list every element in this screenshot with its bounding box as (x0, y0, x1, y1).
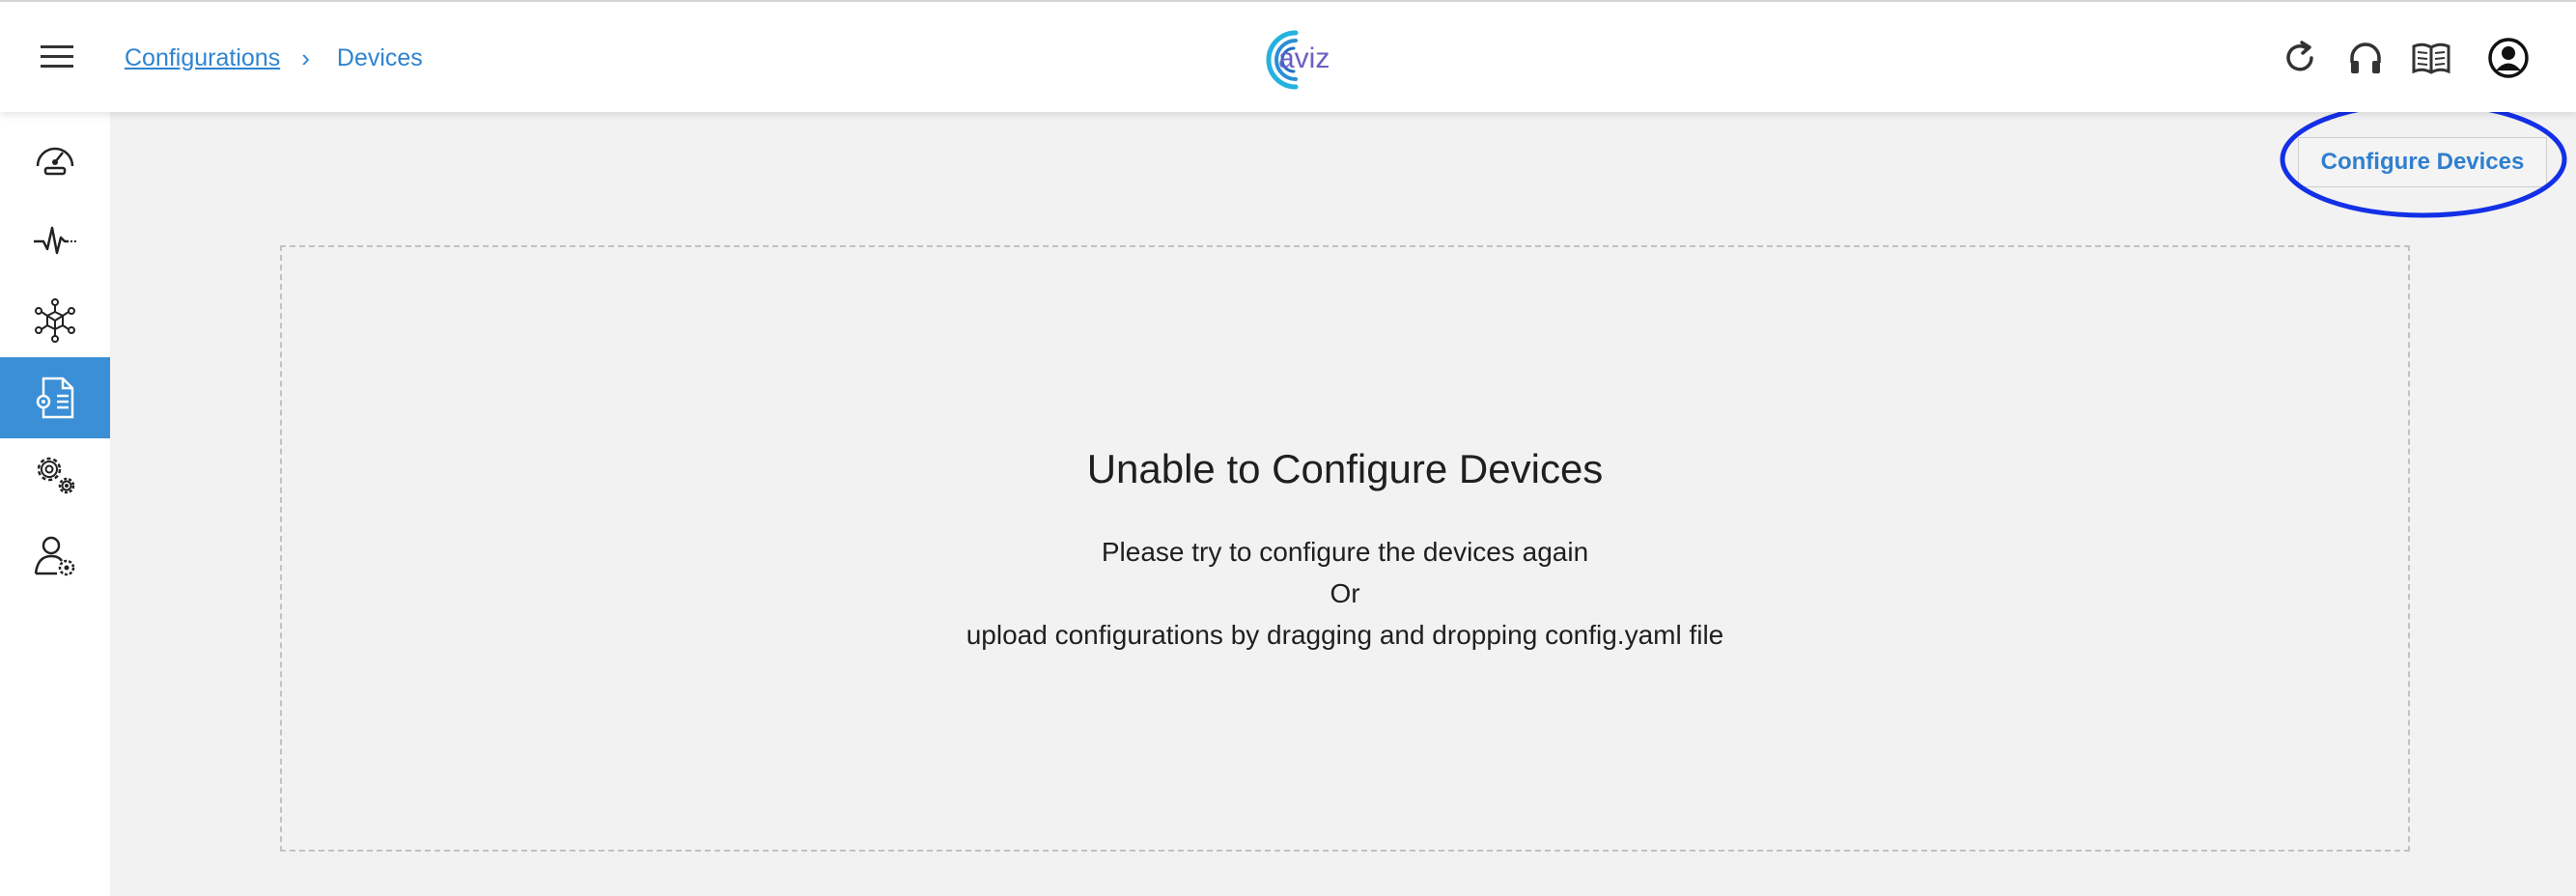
network-cube-icon (35, 298, 75, 343)
refresh-icon[interactable] (2279, 37, 2321, 79)
dropzone-title: Unable to Configure Devices (1086, 446, 1604, 491)
config-document-icon (36, 377, 74, 419)
sidebar-item-configurations[interactable] (0, 357, 110, 438)
sidebar-item-dashboard[interactable] (0, 118, 110, 199)
sidebar-item-user-settings[interactable] (0, 516, 110, 597)
breadcrumb-separator: › (301, 42, 310, 72)
breadcrumb: Configurations › Devices (125, 41, 423, 75)
dropzone-message-line-3: upload configurations by dragging and dr… (966, 620, 1724, 650)
menu-icon[interactable] (39, 42, 75, 71)
sidebar-item-monitoring[interactable] (0, 199, 110, 280)
aviz-logo: aviz (1244, 21, 1336, 98)
speedometer-icon (36, 147, 74, 176)
gears-icon (37, 457, 75, 494)
config-upload-dropzone[interactable]: Unable to Configure Devices Please try t… (280, 245, 2410, 852)
top-bar: Configurations › Devices aviz (0, 0, 2576, 112)
dropzone-message-line-1: Please try to configure the devices agai… (1101, 537, 1589, 567)
sidebar-item-network[interactable] (0, 280, 110, 361)
user-gear-icon (34, 536, 75, 576)
breadcrumb-current-devices: Devices (336, 43, 423, 71)
account-icon[interactable] (2487, 37, 2530, 79)
configure-devices-button[interactable]: Configure Devices (2298, 137, 2547, 187)
sidebar-item-settings[interactable] (0, 434, 110, 516)
pulse-icon (34, 226, 76, 255)
sidebar (0, 112, 110, 896)
book-icon[interactable] (2410, 37, 2452, 79)
dropzone-message-or: Or (1330, 578, 1360, 608)
breadcrumb-configurations-link[interactable]: Configurations (125, 44, 280, 72)
headset-icon[interactable] (2344, 37, 2387, 79)
logo-text: aviz (1278, 42, 1330, 74)
